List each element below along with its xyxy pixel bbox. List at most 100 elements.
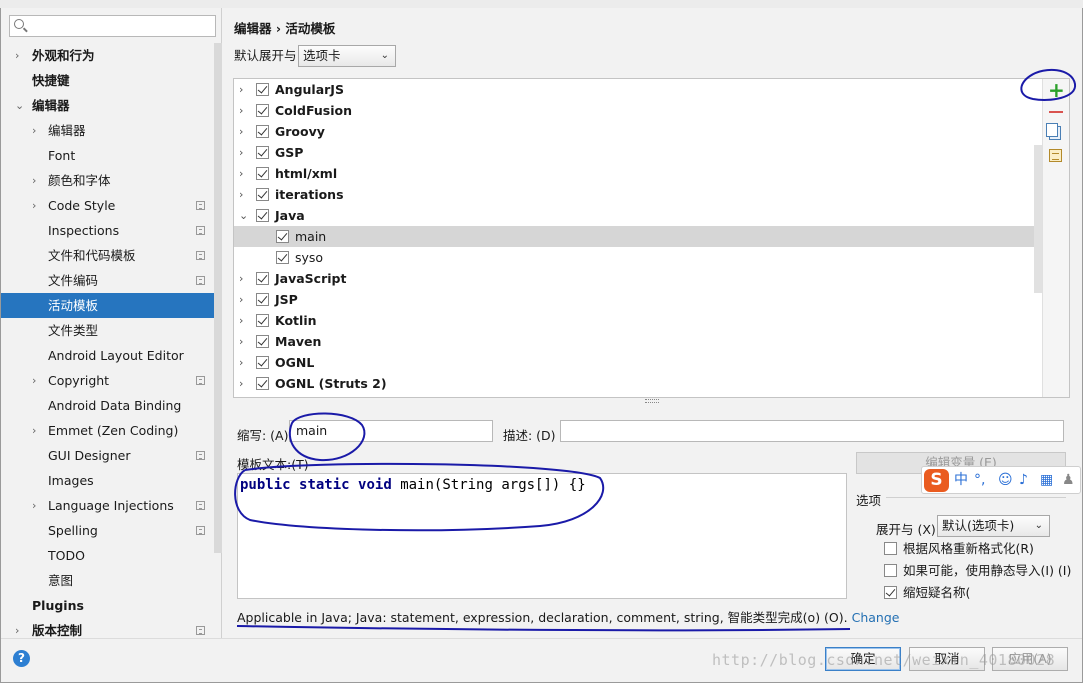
template-checkbox[interactable]: [256, 293, 269, 306]
template-checkbox[interactable]: [256, 377, 269, 390]
remove-icon[interactable]: [1049, 111, 1063, 113]
sidebar-item[interactable]: GUI Designer: [1, 443, 211, 468]
splitter-handle[interactable]: [645, 399, 659, 403]
template-checkbox[interactable]: [256, 209, 269, 222]
group-icon[interactable]: [1049, 149, 1062, 162]
template-group[interactable]: › ColdFusion: [234, 100, 1042, 121]
chevron-right-icon[interactable]: ›: [32, 368, 42, 393]
template-group[interactable]: › Kotlin: [234, 310, 1042, 331]
desc-input[interactable]: [560, 420, 1064, 442]
sidebar-item[interactable]: ⌄ 编辑器: [1, 93, 211, 118]
chevron-right-icon[interactable]: ›: [32, 168, 42, 193]
sidebar-item[interactable]: Plugins: [1, 593, 211, 618]
change-context-link[interactable]: Change: [852, 610, 900, 625]
sidebar-item[interactable]: › 外观和行为: [1, 43, 211, 68]
sidebar-item[interactable]: 快捷键: [1, 68, 211, 93]
reformat-checkbox[interactable]: [884, 542, 897, 555]
chevron-right-icon[interactable]: ›: [239, 331, 243, 352]
sidebar-item[interactable]: 文件编码: [1, 268, 211, 293]
template-checkbox[interactable]: [256, 167, 269, 180]
template-group[interactable]: ⌄ Java: [234, 205, 1042, 226]
template-group[interactable]: › JavaScript: [234, 268, 1042, 289]
template-group[interactable]: › AngularJS: [234, 79, 1042, 100]
microphone-icon[interactable]: ♪: [1019, 471, 1028, 489]
sidebar-item[interactable]: Inspections: [1, 218, 211, 243]
sidebar-item[interactable]: 活动模板: [1, 293, 222, 318]
abbrev-input[interactable]: main: [289, 420, 493, 442]
static-import-checkbox[interactable]: [884, 564, 897, 577]
sidebar-item[interactable]: 文件类型: [1, 318, 211, 343]
chevron-right-icon[interactable]: ›: [239, 100, 243, 121]
sidebar-item[interactable]: 文件和代码模板: [1, 243, 211, 268]
sidebar-item[interactable]: › Language Injections: [1, 493, 211, 518]
template-checkbox[interactable]: [256, 125, 269, 138]
chevron-right-icon[interactable]: ›: [239, 142, 243, 163]
template-checkbox[interactable]: [256, 104, 269, 117]
chevron-right-icon[interactable]: ›: [239, 268, 243, 289]
template-group[interactable]: › GSP: [234, 142, 1042, 163]
sidebar-item[interactable]: › Copyright: [1, 368, 211, 393]
keyboard-icon[interactable]: ▦: [1040, 471, 1053, 489]
sidebar-item[interactable]: › 颜色和字体: [1, 168, 211, 193]
template-group[interactable]: › Maven: [234, 331, 1042, 352]
chevron-down-icon[interactable]: ⌄: [239, 205, 248, 226]
template-checkbox[interactable]: [256, 146, 269, 159]
sidebar-item[interactable]: Images: [1, 468, 211, 493]
sidebar-item[interactable]: › Emmet (Zen Coding): [1, 418, 211, 443]
ime-lang-icon[interactable]: 中: [954, 471, 968, 489]
emoji-icon[interactable]: ☺: [998, 471, 1013, 489]
template-group[interactable]: › OGNL: [234, 352, 1042, 373]
chevron-right-icon[interactable]: ›: [239, 352, 243, 373]
project-scope-icon: [196, 526, 205, 535]
sidebar-item[interactable]: 意图: [1, 568, 211, 593]
chevron-right-icon[interactable]: ›: [32, 418, 42, 443]
search-input[interactable]: [9, 15, 216, 37]
add-icon[interactable]: +: [1048, 80, 1065, 100]
shorten-checkbox[interactable]: [884, 586, 897, 599]
sidebar-item[interactable]: Font: [1, 143, 211, 168]
sidebar-item[interactable]: › Code Style: [1, 193, 211, 218]
punctuation-icon[interactable]: °,: [974, 471, 985, 489]
sidebar-item[interactable]: › 编辑器: [1, 118, 211, 143]
expand-with-select[interactable]: 默认(选项卡) ⌄: [937, 515, 1050, 537]
template-checkbox[interactable]: [256, 272, 269, 285]
chevron-down-icon[interactable]: ⌄: [15, 93, 25, 118]
template-group[interactable]: › html/xml: [234, 163, 1042, 184]
template-checkbox[interactable]: [256, 356, 269, 369]
chevron-right-icon[interactable]: ›: [239, 163, 243, 184]
sidebar-item[interactable]: TODO: [1, 543, 211, 568]
sidebar-scrollbar[interactable]: [214, 43, 222, 553]
template-scrollbar[interactable]: [1034, 145, 1042, 293]
chevron-right-icon[interactable]: ›: [239, 184, 243, 205]
template-group[interactable]: › OGNL (Struts 2): [234, 373, 1042, 394]
template-checkbox[interactable]: [276, 251, 289, 264]
template-checkbox[interactable]: [256, 83, 269, 96]
template-group[interactable]: › Groovy: [234, 121, 1042, 142]
chevron-right-icon[interactable]: ›: [239, 121, 243, 142]
chevron-right-icon[interactable]: ›: [239, 310, 243, 331]
template-text-editor[interactable]: public static void main(String args[]) {…: [237, 473, 847, 599]
sogou-logo-icon[interactable]: S: [924, 469, 949, 492]
template-group[interactable]: › iterations: [234, 184, 1042, 205]
template-item[interactable]: main: [234, 226, 1042, 247]
skin-icon[interactable]: ♟: [1062, 471, 1075, 489]
template-item[interactable]: syso: [234, 247, 1042, 268]
help-icon[interactable]: ?: [13, 650, 30, 667]
chevron-right-icon[interactable]: ›: [32, 118, 42, 143]
template-checkbox[interactable]: [256, 188, 269, 201]
sidebar-item[interactable]: Spelling: [1, 518, 211, 543]
chevron-right-icon[interactable]: ›: [15, 43, 25, 68]
chevron-right-icon[interactable]: ›: [32, 493, 42, 518]
chevron-right-icon[interactable]: ›: [32, 193, 42, 218]
template-checkbox[interactable]: [256, 335, 269, 348]
template-group[interactable]: › JSP: [234, 289, 1042, 310]
copy-icon[interactable]: [1046, 123, 1061, 140]
template-checkbox[interactable]: [256, 314, 269, 327]
sidebar-item[interactable]: Android Layout Editor: [1, 343, 211, 368]
chevron-right-icon[interactable]: ›: [239, 79, 243, 100]
sidebar-item[interactable]: Android Data Binding: [1, 393, 211, 418]
chevron-right-icon[interactable]: ›: [239, 289, 243, 310]
template-checkbox[interactable]: [276, 230, 289, 243]
chevron-right-icon[interactable]: ›: [239, 373, 243, 394]
expand-select[interactable]: 选项卡 ⌄: [298, 45, 396, 67]
